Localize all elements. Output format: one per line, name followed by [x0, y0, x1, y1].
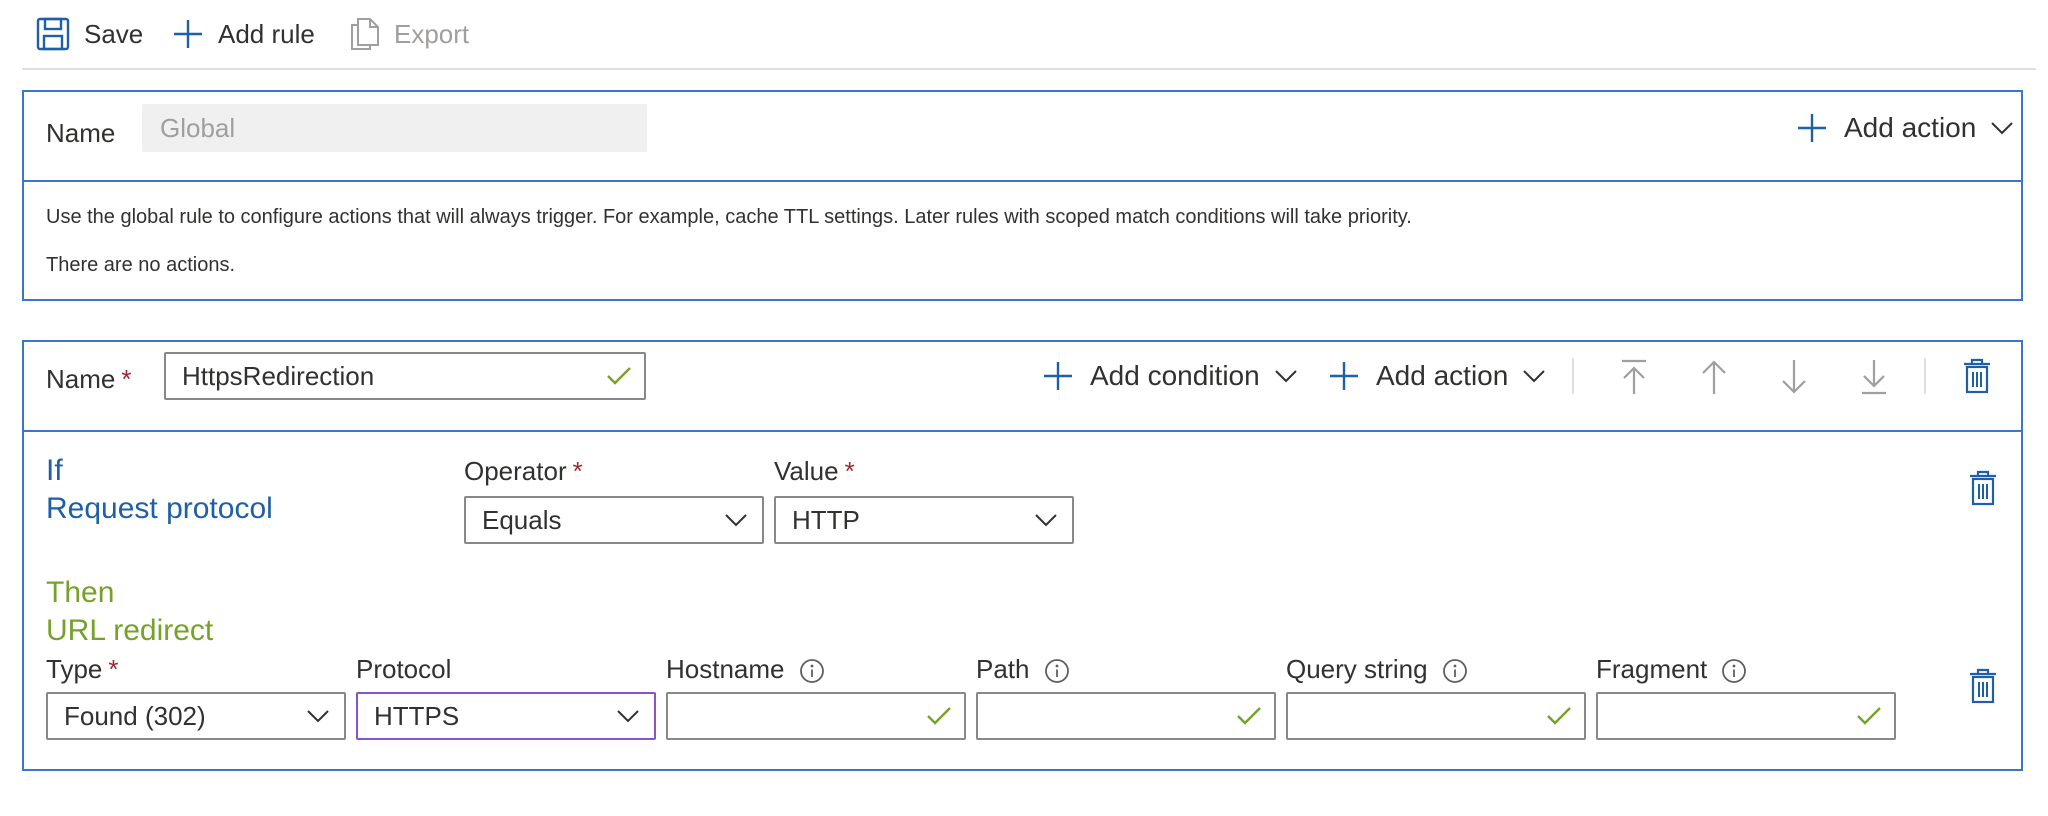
rule-name-value: HttpsRedirection — [182, 360, 375, 391]
fragment-input[interactable] — [1596, 692, 1896, 740]
required-mark: * — [121, 364, 132, 394]
path-input[interactable] — [976, 692, 1276, 740]
move-down-icon[interactable] — [1778, 358, 1810, 396]
chevron-down-icon — [1522, 369, 1546, 383]
info-icon[interactable] — [1044, 658, 1070, 684]
type-value: Found (302) — [64, 700, 206, 731]
move-bottom-icon[interactable] — [1858, 358, 1890, 396]
hostname-input[interactable] — [666, 692, 966, 740]
type-label: Type * — [46, 654, 119, 685]
type-label-text: Type — [46, 654, 103, 684]
export-label: Export — [394, 18, 470, 49]
global-panel-separator — [24, 180, 2021, 182]
hostname-label-text: Hostname — [666, 654, 785, 684]
save-button[interactable]: Save — [36, 12, 143, 56]
fragment-label-text: Fragment — [1596, 654, 1708, 684]
add-condition-label: Add condition — [1090, 360, 1260, 391]
rule-name-label-text: Name — [46, 364, 116, 394]
delete-condition-icon[interactable] — [1968, 470, 1998, 506]
operator-label-text: Operator — [464, 456, 567, 486]
check-icon — [1546, 706, 1572, 726]
global-description: Use the global rule to configure actions… — [46, 206, 1412, 228]
global-no-actions: There are no actions. — [46, 254, 235, 276]
move-up-icon[interactable] — [1698, 358, 1730, 396]
value-label-text: Value — [774, 456, 839, 486]
chevron-down-icon — [1034, 513, 1058, 527]
rule-name-label: Name * — [46, 364, 131, 395]
toolbar-separator — [1924, 358, 1926, 394]
info-icon[interactable] — [1442, 658, 1468, 684]
protocol-value: HTTPS — [374, 700, 460, 731]
protocol-label: Protocol — [356, 654, 452, 684]
operator-value: Equals — [482, 504, 562, 535]
rule-panel-separator — [24, 430, 2021, 432]
protocol-dropdown[interactable]: HTTPS — [356, 692, 656, 740]
query-string-label-text: Query string — [1286, 654, 1428, 684]
required-mark: * — [844, 456, 855, 486]
check-icon — [606, 366, 632, 386]
chevron-down-icon — [616, 709, 640, 723]
value-label: Value * — [774, 456, 855, 487]
global-name-field: Global — [142, 104, 647, 152]
check-icon — [1856, 706, 1882, 726]
rule-name-input[interactable]: HttpsRedirection — [164, 352, 646, 400]
check-icon — [1236, 706, 1262, 726]
chevron-down-icon — [1274, 369, 1298, 383]
plus-icon — [1328, 360, 1360, 392]
add-condition-button[interactable]: Add condition — [1042, 360, 1298, 392]
toolbar-divider — [22, 68, 2036, 70]
required-mark: * — [572, 456, 583, 486]
info-icon[interactable] — [1721, 658, 1747, 684]
global-name-value: Global — [160, 112, 236, 143]
plus-icon — [1042, 360, 1074, 392]
chevron-down-icon — [724, 513, 748, 527]
plus-icon — [172, 18, 204, 50]
hostname-label: Hostname — [666, 654, 825, 685]
delete-rule-icon[interactable] — [1962, 358, 1992, 394]
save-icon — [36, 17, 70, 51]
query-string-label: Query string — [1286, 654, 1468, 685]
plus-icon — [1796, 112, 1828, 144]
path-label: Path — [976, 654, 1070, 685]
value-value: HTTP — [792, 504, 860, 535]
required-mark: * — [108, 654, 119, 684]
operator-label: Operator * — [464, 456, 583, 487]
type-dropdown[interactable]: Found (302) — [46, 692, 346, 740]
add-rule-button[interactable]: Add rule — [172, 12, 315, 56]
chevron-down-icon — [1990, 121, 2014, 135]
add-action-button[interactable]: Add action — [1328, 360, 1546, 392]
move-top-icon[interactable] — [1618, 358, 1650, 396]
add-action-label: Add action — [1376, 360, 1509, 391]
info-icon[interactable] — [799, 658, 825, 684]
global-rule-panel: Name Global Add action Use the global ru… — [22, 90, 2023, 301]
delete-action-icon[interactable] — [1968, 668, 1998, 704]
save-label: Save — [84, 18, 144, 49]
global-add-action-label: Add action — [1844, 112, 1977, 143]
then-label: Then — [46, 576, 115, 609]
if-label: If — [46, 454, 63, 487]
value-dropdown[interactable]: HTTP — [774, 496, 1074, 544]
global-add-action-button[interactable]: Add action — [1796, 112, 2014, 144]
chevron-down-icon — [306, 709, 330, 723]
operator-dropdown[interactable]: Equals — [464, 496, 764, 544]
fragment-label: Fragment — [1596, 654, 1747, 685]
check-icon — [926, 706, 952, 726]
global-name-label: Name — [46, 118, 116, 148]
add-rule-label: Add rule — [218, 18, 315, 49]
rule-panel: Name * HttpsRedirection Add condition Add… — [22, 340, 2023, 771]
action-name: URL redirect — [46, 614, 214, 647]
query-string-input[interactable] — [1286, 692, 1586, 740]
export-icon — [350, 17, 380, 51]
toolbar-separator — [1572, 358, 1574, 394]
path-label-text: Path — [976, 654, 1030, 684]
condition-name: Request protocol — [46, 492, 273, 525]
export-button[interactable]: Export — [350, 12, 469, 56]
